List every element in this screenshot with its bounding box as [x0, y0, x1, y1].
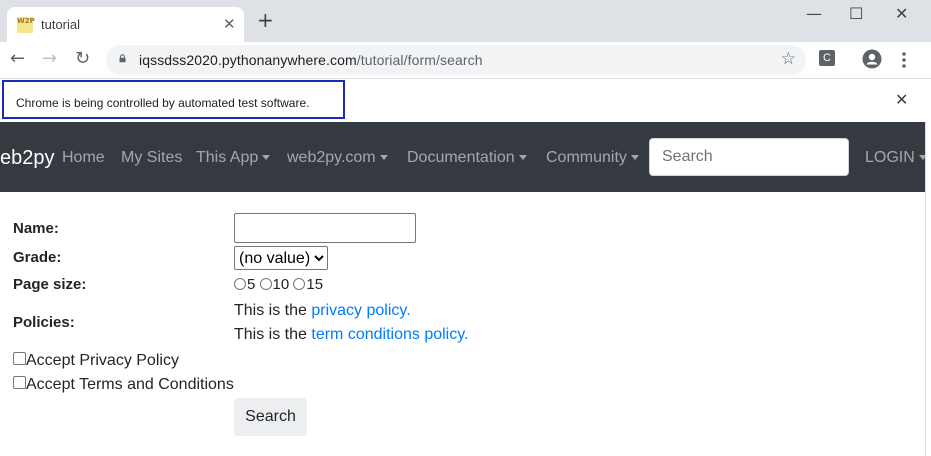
web2py-favicon-icon: W2P	[17, 17, 35, 33]
accept-terms-label[interactable]: Accept Terms and Conditions	[26, 376, 234, 393]
page-edge	[925, 122, 931, 456]
reload-icon[interactable]: ↻	[75, 50, 90, 68]
nav-link-home[interactable]: Home	[62, 149, 105, 167]
bookmark-star-icon[interactable]: ☆	[781, 49, 796, 69]
accept-terms-row: Accept Terms and Conditions	[13, 376, 234, 394]
browser-toolbar: ← → ↻ iqssdss2020.pythonanywhere.com/tut…	[0, 42, 931, 79]
new-tab-button[interactable]: +	[257, 10, 274, 30]
policy-prefix: This is the	[234, 302, 307, 319]
nav-dropdown-label: This App	[196, 149, 259, 166]
url-text: iqssdss2020.pythonanywhere.com/tutorial/…	[139, 52, 483, 68]
close-window-icon[interactable]: ✕	[895, 4, 908, 23]
nav-dropdown-label: Documentation	[407, 149, 515, 166]
caret-down-icon	[630, 155, 639, 161]
browser-menu-icon[interactable]	[902, 52, 906, 68]
privacy-policy-link[interactable]: privacy policy.	[311, 302, 410, 319]
radio-label: 5	[247, 276, 256, 293]
page-size-radio-5[interactable]	[234, 277, 246, 290]
grade-select[interactable]: (no value)	[234, 246, 328, 270]
tab-close-icon[interactable]: ✕	[223, 15, 236, 33]
name-input[interactable]	[234, 213, 416, 243]
nav-dropdown-login[interactable]: LOGIN	[865, 149, 927, 167]
terms-policy-link[interactable]: term conditions policy.	[311, 326, 468, 343]
site-navbar: eb2py Home My Sites This App web2py.com …	[0, 122, 927, 192]
nav-dropdown-community[interactable]: Community	[546, 149, 639, 167]
infobar-close-icon[interactable]: ✕	[895, 90, 908, 109]
nav-dropdown-this-app[interactable]: This App	[196, 149, 271, 167]
privacy-policy-line: This is the privacy policy.	[234, 302, 411, 320]
lock-icon	[119, 54, 126, 63]
nav-dropdown-label: LOGIN	[865, 149, 915, 166]
page-size-radio-group: 5 10 15	[234, 276, 323, 293]
terms-policy-line: This is the term conditions policy.	[234, 326, 468, 344]
caret-down-icon	[379, 155, 388, 161]
url-path: /tutorial/form/search	[356, 52, 483, 68]
radio-label: 10	[272, 276, 290, 293]
extension-icon[interactable]: C	[819, 50, 835, 66]
url-domain: iqssdss2020.pythonanywhere.com	[139, 52, 357, 68]
nav-link-my-sites[interactable]: My Sites	[121, 149, 182, 167]
accept-privacy-checkbox[interactable]	[13, 352, 26, 366]
page-size-radio-10[interactable]	[259, 277, 272, 290]
accept-privacy-row: Accept Privacy Policy	[13, 352, 179, 370]
maximize-icon[interactable]: ☐	[849, 4, 863, 23]
radio-label: 15	[306, 276, 324, 293]
profile-icon[interactable]	[862, 49, 882, 69]
infobar-highlight: Chrome is being controlled by automated …	[2, 80, 345, 119]
caret-down-icon	[518, 155, 527, 161]
name-label: Name:	[13, 220, 59, 237]
page-size-label: Page size:	[13, 276, 87, 293]
back-arrow-icon[interactable]: ←	[10, 50, 25, 68]
search-button[interactable]: Search	[234, 398, 307, 436]
nav-dropdown-label: Community	[546, 149, 627, 166]
infobar-message: Chrome is being controlled by automated …	[16, 96, 310, 110]
navbar-brand[interactable]: eb2py	[0, 147, 55, 170]
tab-strip: W2P tutorial ✕ + — ☐ ✕	[0, 0, 931, 42]
caret-down-icon	[262, 155, 271, 161]
forward-arrow-icon[interactable]: →	[42, 50, 57, 68]
browser-tab[interactable]: W2P tutorial ✕	[7, 7, 244, 42]
page-size-radio-15[interactable]	[293, 277, 306, 290]
nav-dropdown-web2py-com[interactable]: web2py.com	[287, 149, 388, 167]
automation-infobar: Chrome is being controlled by automated …	[0, 79, 931, 122]
navbar-search-input[interactable]	[649, 138, 849, 176]
minimize-icon[interactable]: —	[806, 4, 822, 23]
grade-label: Grade:	[13, 249, 62, 266]
accept-terms-checkbox[interactable]	[13, 376, 26, 390]
policies-label: Policies:	[13, 314, 75, 331]
accept-privacy-label[interactable]: Accept Privacy Policy	[26, 352, 179, 369]
nav-dropdown-documentation[interactable]: Documentation	[407, 149, 527, 167]
address-bar[interactable]: iqssdss2020.pythonanywhere.com/tutorial/…	[106, 45, 806, 75]
policy-prefix: This is the	[234, 326, 307, 343]
tab-title: tutorial	[41, 17, 81, 32]
nav-dropdown-label: web2py.com	[287, 149, 376, 166]
